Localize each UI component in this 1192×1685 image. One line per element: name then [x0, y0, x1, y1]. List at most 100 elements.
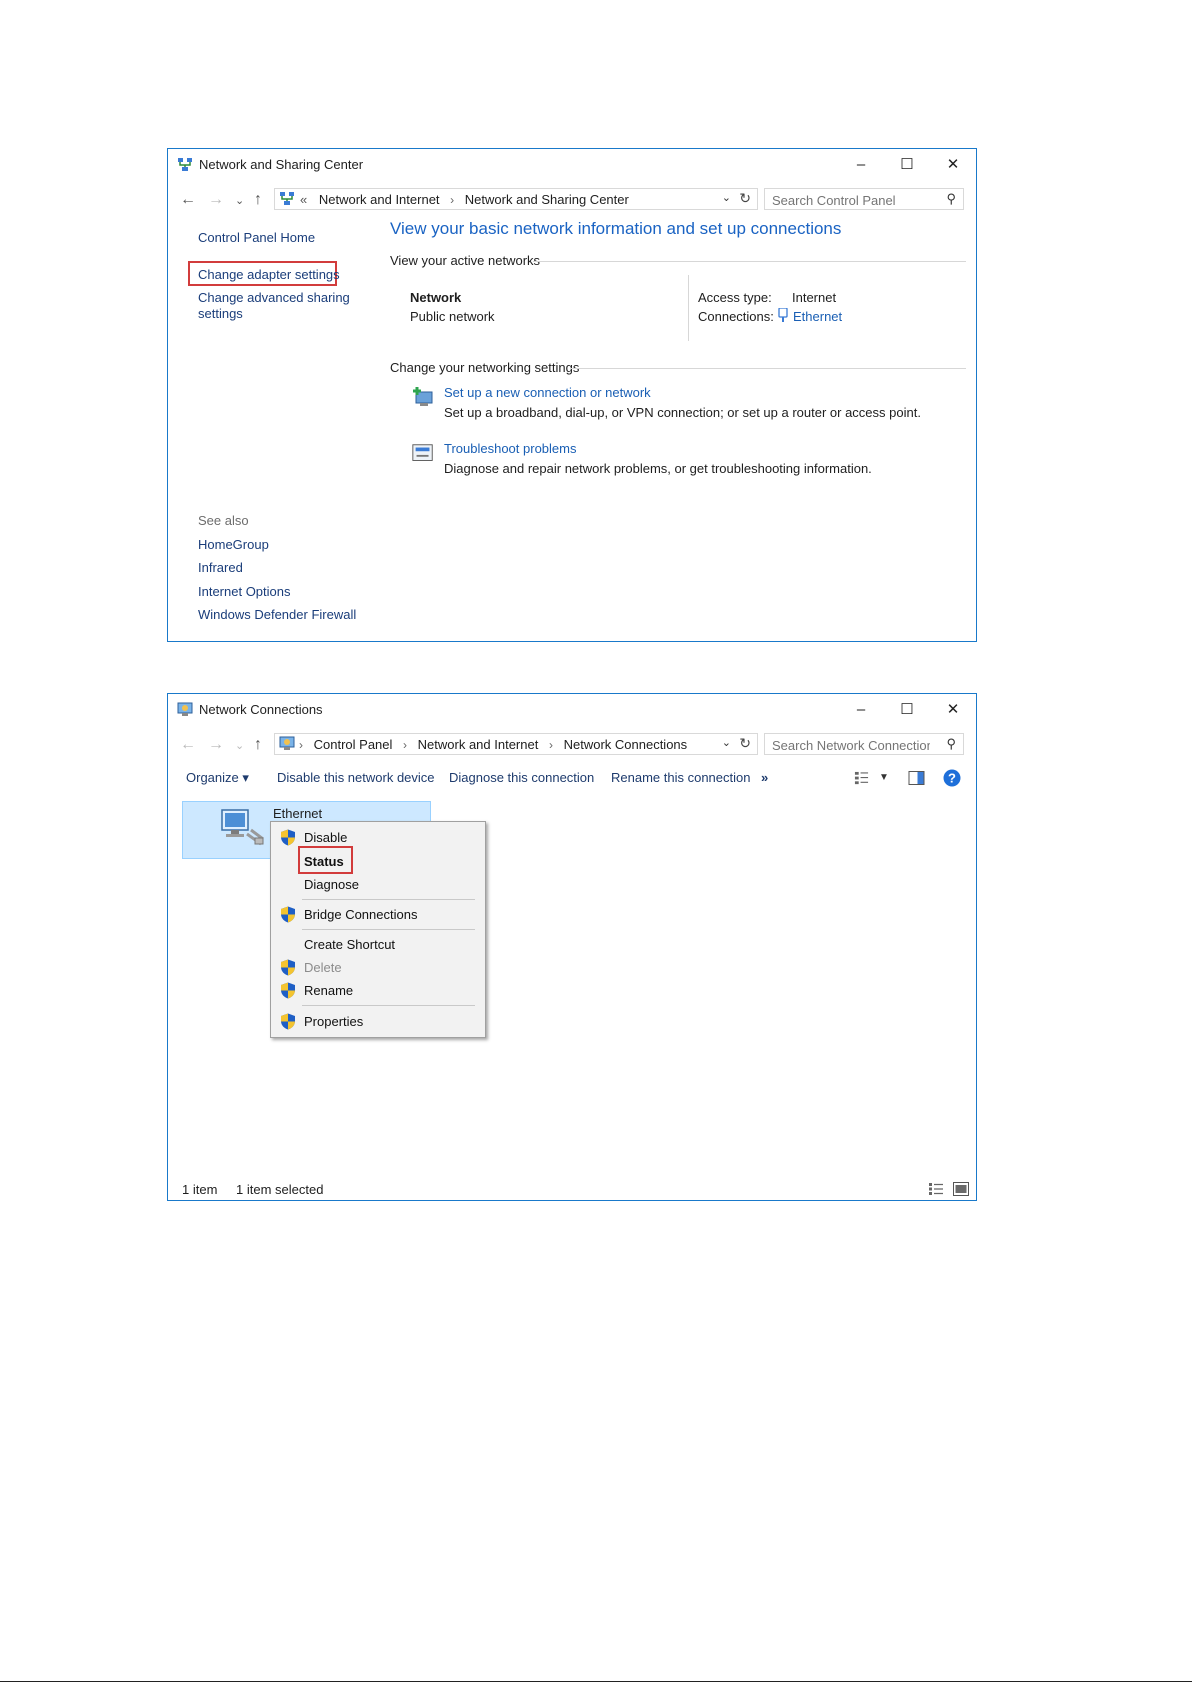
- menu-item-rename[interactable]: Rename: [271, 979, 485, 1002]
- breadcrumb-sharing-center[interactable]: Network and Sharing Center: [465, 192, 629, 207]
- view-dropdown-icon[interactable]: ▼: [879, 772, 889, 783]
- infrared-link[interactable]: Infrared: [198, 560, 243, 575]
- more-commands-button[interactable]: »: [761, 770, 768, 785]
- preview-pane-icon[interactable]: [908, 771, 925, 785]
- forward-arrow-icon[interactable]: →: [208, 191, 224, 209]
- close-button[interactable]: ✕: [930, 694, 976, 726]
- menu-item-delete[interactable]: Delete: [271, 956, 485, 979]
- close-button[interactable]: ✕: [930, 149, 976, 181]
- divider: [533, 261, 966, 262]
- network-center-icon: [178, 158, 192, 171]
- network-connections-icon: [177, 702, 193, 716]
- title-bar[interactable]: Network and Sharing Center – ☐ ✕: [168, 149, 976, 183]
- maximize-button[interactable]: ☐: [884, 694, 930, 726]
- status-selected-count: 1 item selected: [236, 1182, 324, 1197]
- control-panel-icon: [280, 192, 294, 205]
- ethernet-icon: [778, 308, 788, 322]
- firewall-link[interactable]: Windows Defender Firewall: [198, 607, 356, 622]
- homegroup-link[interactable]: HomeGroup: [198, 537, 269, 552]
- chevron-right-icon: ›: [403, 738, 408, 752]
- internet-options-link[interactable]: Internet Options: [198, 584, 291, 599]
- troubleshoot-desc: Diagnose and repair network problems, or…: [444, 461, 872, 476]
- organize-button[interactable]: Organize ▾: [186, 770, 249, 786]
- help-icon[interactable]: ?: [943, 769, 961, 787]
- troubleshoot-icon: [412, 444, 433, 461]
- menu-separator: [302, 1005, 475, 1006]
- uac-shield-icon: [281, 906, 295, 923]
- refresh-icon[interactable]: ↻: [739, 735, 751, 752]
- chevron-right-icon: ›: [299, 738, 303, 752]
- ethernet-link[interactable]: Ethernet: [793, 309, 842, 324]
- ethernet-item-label: Ethernet: [273, 806, 323, 821]
- up-arrow-icon[interactable]: ↑: [254, 191, 262, 209]
- back-arrow-icon[interactable]: ←: [180, 191, 196, 209]
- details-view-icon[interactable]: [928, 1182, 944, 1196]
- highlight-box: [298, 846, 353, 874]
- access-type-label: Access type:: [698, 290, 772, 305]
- breadcrumb-overflow[interactable]: «: [300, 192, 307, 207]
- diagnose-connection-button[interactable]: Diagnose this connection: [449, 770, 594, 785]
- minimize-button[interactable]: –: [838, 149, 884, 181]
- chevron-right-icon: ›: [450, 193, 455, 207]
- address-bar[interactable]: › Control Panel › Network and Internet ›…: [274, 733, 758, 755]
- menu-label: Diagnose: [304, 877, 359, 892]
- recent-dropdown-icon[interactable]: ⌄: [235, 194, 244, 207]
- search-input[interactable]: [765, 189, 933, 211]
- control-panel-icon: [279, 736, 295, 750]
- menu-item-bridge[interactable]: Bridge Connections: [271, 903, 485, 926]
- search-box[interactable]: ⚲: [764, 733, 964, 756]
- search-icon[interactable]: ⚲: [946, 736, 956, 752]
- setup-connection-link[interactable]: Set up a new connection or network: [444, 385, 651, 400]
- chevron-down-icon[interactable]: ⌄: [722, 736, 731, 749]
- search-icon[interactable]: ⚲: [946, 191, 956, 207]
- large-icons-view-icon[interactable]: [953, 1182, 969, 1196]
- change-advanced-sharing-link[interactable]: Change advanced sharing: [198, 290, 350, 305]
- address-row: ← → ⌄ ↑ › Control Panel › Network and In…: [168, 728, 976, 762]
- uac-shield-icon: [281, 1013, 295, 1030]
- change-advanced-sharing-link-line2[interactable]: settings: [198, 306, 243, 321]
- command-bar: Organize ▾ Disable this network device D…: [168, 762, 976, 794]
- uac-shield-icon: [281, 982, 295, 999]
- access-type-value: Internet: [792, 290, 837, 305]
- change-settings-label: Change your networking settings: [390, 360, 580, 375]
- troubleshoot-link[interactable]: Troubleshoot problems: [444, 441, 576, 456]
- menu-item-properties[interactable]: Properties: [271, 1010, 485, 1033]
- search-box[interactable]: ⚲: [764, 188, 964, 211]
- menu-label: Rename: [304, 983, 354, 998]
- context-menu: Disable Status Diagnose Bridge Connectio…: [270, 821, 486, 1038]
- status-item-count: 1 item: [182, 1182, 218, 1197]
- chevron-down-icon[interactable]: ⌄: [722, 191, 731, 204]
- minimize-button[interactable]: –: [838, 694, 884, 726]
- menu-item-diagnose[interactable]: Diagnose: [271, 873, 485, 896]
- breadcrumb-control-panel[interactable]: Control Panel: [314, 737, 393, 752]
- breadcrumb-network-internet[interactable]: Network and Internet: [418, 737, 539, 752]
- menu-item-create-shortcut[interactable]: Create Shortcut: [271, 933, 485, 956]
- rename-connection-button[interactable]: Rename this connection: [611, 770, 750, 785]
- forward-arrow-icon[interactable]: →: [208, 736, 224, 754]
- back-arrow-icon[interactable]: ←: [180, 736, 196, 754]
- divider: [570, 368, 966, 369]
- window-title: Network Connections: [199, 702, 323, 717]
- change-adapter-settings-link[interactable]: Change adapter settings: [198, 267, 340, 282]
- title-bar[interactable]: Network Connections – ☐ ✕: [168, 694, 976, 728]
- recent-dropdown-icon[interactable]: ⌄: [235, 739, 244, 752]
- network-type: Public network: [410, 309, 495, 324]
- view-options-icon[interactable]: [854, 771, 869, 786]
- vertical-divider: [688, 275, 689, 341]
- address-bar[interactable]: « Network and Internet › Network and Sha…: [274, 188, 758, 210]
- setup-connection-desc: Set up a broadband, dial-up, or VPN conn…: [444, 405, 921, 420]
- connections-label: Connections:: [698, 309, 774, 324]
- menu-label: Delete: [304, 960, 342, 975]
- search-input[interactable]: [765, 734, 933, 756]
- refresh-icon[interactable]: ↻: [739, 190, 751, 207]
- svg-text:?: ?: [948, 771, 956, 786]
- disable-device-button[interactable]: Disable this network device: [277, 770, 435, 785]
- breadcrumb-network-connections[interactable]: Network Connections: [564, 737, 688, 752]
- network-adapter-icon: [221, 809, 264, 846]
- active-networks-label: View your active networks: [390, 253, 541, 268]
- control-panel-home-link[interactable]: Control Panel Home: [198, 230, 315, 245]
- breadcrumb-network-internet[interactable]: Network and Internet: [319, 192, 440, 207]
- maximize-button[interactable]: ☐: [884, 149, 930, 181]
- window-title: Network and Sharing Center: [199, 157, 364, 172]
- up-arrow-icon[interactable]: ↑: [254, 736, 262, 754]
